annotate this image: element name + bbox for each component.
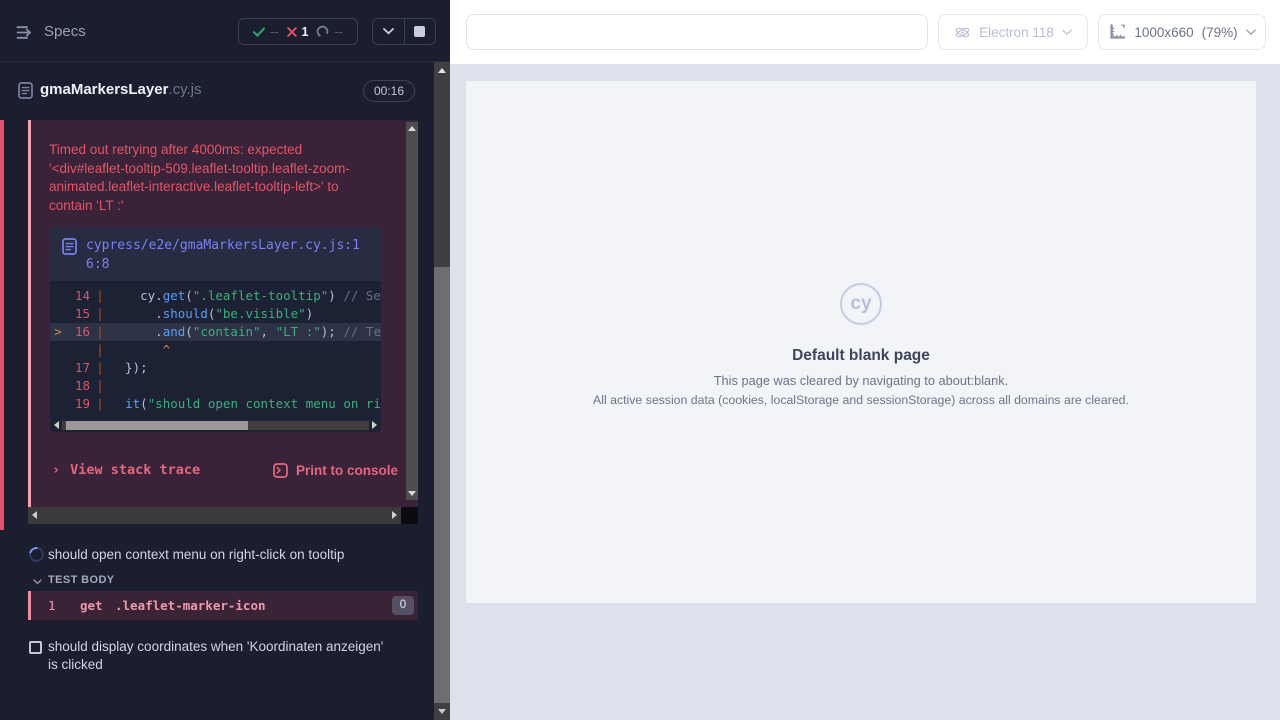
browser-select-button[interactable]: Electron 118 (938, 14, 1088, 50)
test-stats[interactable]: -- 1 -- (238, 18, 358, 45)
passed-count: -- (270, 25, 278, 39)
browser-top-bar: Electron 118 1000x660 (79%) (450, 0, 1280, 64)
browser-label: Electron 118 (979, 25, 1054, 40)
url-input[interactable] (466, 14, 928, 50)
spec-extension: .cy.js (168, 81, 201, 98)
specs-label: Specs (44, 23, 86, 40)
scroll-up-arrow[interactable] (408, 126, 416, 131)
scroll-right-arrow[interactable] (392, 511, 397, 519)
pending-circle-icon (316, 25, 329, 38)
collapse-all-button[interactable] (373, 19, 404, 44)
cypress-logo: cy (840, 283, 882, 325)
stop-icon (414, 26, 425, 37)
code-horizontal-scrollbar[interactable] (50, 418, 381, 432)
check-icon (253, 27, 265, 37)
reporter-header: Specs -- 1 - (0, 0, 450, 62)
error-actions: › View stack trace Print to console (52, 462, 398, 478)
code-line: 17| }); (50, 359, 381, 377)
code-frame: cypress/e2e/gmaMarkersLayer.cy.js:16:8 1… (50, 227, 381, 432)
view-stack-trace-link[interactable]: › View stack trace (52, 462, 200, 478)
spec-file-icon (18, 82, 33, 99)
chevron-down-icon (383, 28, 394, 35)
command-target: .leaflet-marker-icon (115, 598, 266, 613)
scroll-track[interactable] (62, 421, 369, 430)
code-frame-code: 14| cy.get(".leaflet-tooltip") // Sele15… (50, 281, 381, 432)
specs-menu-icon (16, 25, 35, 40)
error-message: Timed out retrying after 4000ms: expecte… (49, 141, 379, 215)
reporter-horizontal-scrollbar[interactable] (28, 507, 401, 524)
command-number: 1 (48, 598, 56, 613)
stat-failed: 1 (287, 25, 309, 39)
code-line: | ^ (50, 341, 381, 359)
blank-page-line1: This page was cleared by navigating to a… (466, 373, 1256, 389)
pending-test-icon (29, 641, 42, 654)
test-title-pending[interactable]: should display coordinates when 'Koordin… (48, 638, 384, 674)
chevron-down-icon (1062, 29, 1072, 36)
code-line: >16| .and("contain", "LT :"); // Test (50, 323, 381, 341)
scroll-left-arrow[interactable] (32, 511, 37, 519)
scroll-left-arrow[interactable] (54, 421, 59, 429)
spec-duration-badge: 00:16 (363, 80, 415, 102)
print-to-console-link[interactable]: Print to console (273, 463, 398, 478)
cross-icon (287, 27, 297, 37)
blank-page-content: cy Default blank page This page was clea… (466, 283, 1256, 408)
scroll-thumb[interactable] (434, 267, 450, 703)
aut-stage: cy Default blank page This page was clea… (450, 64, 1280, 720)
code-line: 15| .should("be.visible") (50, 305, 381, 323)
pending-count: -- (334, 25, 342, 39)
chevron-down-icon (1246, 29, 1256, 36)
scroll-right-arrow[interactable] (372, 421, 377, 429)
reporter-panel: Specs -- 1 - (0, 0, 450, 720)
test-body-label: TEST BODY (48, 574, 115, 586)
error-panel: Timed out retrying after 4000ms: expecte… (28, 120, 418, 507)
failed-test-ribbon (0, 120, 4, 530)
failed-count: 1 (302, 25, 309, 39)
code-file-icon (62, 238, 77, 255)
blank-page-line2: All active session data (cookies, localS… (466, 392, 1256, 408)
running-spinner-icon (26, 544, 47, 565)
command-log-row[interactable]: 1 get .leaflet-marker-icon 0 (28, 591, 418, 620)
code-line: 18| (50, 377, 381, 395)
run-controls (372, 18, 436, 45)
scroll-up-arrow[interactable] (438, 68, 446, 73)
viewport-scale-label: (79%) (1202, 25, 1238, 40)
scrollbar-corner (401, 507, 418, 524)
command-method: get (80, 598, 103, 613)
code-frame-header: cypress/e2e/gmaMarkersLayer.cy.js:16:8 (50, 227, 381, 281)
ruler-icon (1108, 23, 1126, 41)
electron-icon (954, 24, 971, 41)
code-line: 19| it("should open context menu on righ (50, 395, 381, 413)
code-line: 14| cy.get(".leaflet-tooltip") // Sele (50, 287, 381, 305)
scroll-thumb[interactable] (66, 421, 248, 430)
test-title-running[interactable]: should open context menu on right-click … (48, 546, 418, 564)
spec-name: gmaMarkersLayer.cy.js (40, 81, 201, 98)
stop-run-button[interactable] (405, 19, 436, 44)
stat-pending: -- (316, 25, 342, 39)
chevron-down-icon (33, 579, 42, 585)
console-icon (273, 463, 288, 478)
failed-test-attempt: Timed out retrying after 4000ms: expecte… (0, 120, 434, 524)
error-vertical-scrollbar[interactable] (406, 122, 418, 500)
code-frame-file-link[interactable]: cypress/e2e/gmaMarkersLayer.cy.js:16:8 (86, 236, 369, 274)
specs-menu-button[interactable] (14, 23, 37, 42)
reporter-vertical-scrollbar[interactable] (434, 62, 450, 720)
chevron-right-icon: › (52, 462, 60, 478)
command-count-badge: 0 (392, 596, 414, 615)
spec-row[interactable]: gmaMarkersLayer.cy.js 00:16 (0, 62, 434, 119)
scroll-down-arrow[interactable] (438, 709, 446, 714)
scroll-down-arrow[interactable] (408, 491, 416, 496)
blank-page-title: Default blank page (466, 347, 1256, 365)
viewport-size-button[interactable]: 1000x660 (79%) (1098, 14, 1266, 50)
viewport-size-label: 1000x660 (1134, 25, 1193, 40)
aut-iframe[interactable]: cy Default blank page This page was clea… (466, 81, 1256, 603)
stat-passed: -- (253, 25, 278, 39)
